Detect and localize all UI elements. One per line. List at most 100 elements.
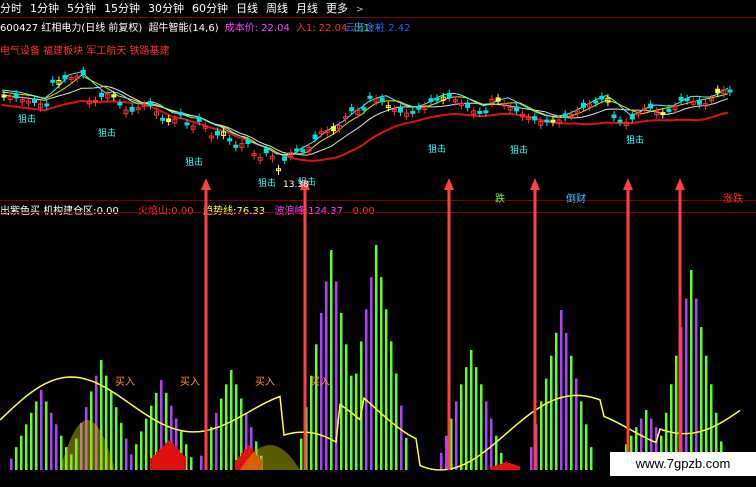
indicator-bar <box>380 277 383 470</box>
fire-bar-2 <box>505 462 508 470</box>
indicator-bar <box>325 281 328 470</box>
sniper-label-7: 狙击 <box>626 134 644 146</box>
candle-body <box>398 107 403 113</box>
indicator-bar <box>700 327 703 470</box>
fire-bar-2 <box>517 465 520 470</box>
candle-body <box>593 100 599 104</box>
indicator-bar <box>10 458 13 470</box>
fire-bar-0 <box>156 451 159 470</box>
fire-bar-0 <box>174 446 177 470</box>
indicator-bar <box>530 447 533 470</box>
candle-body <box>434 97 440 101</box>
sniper-label-0: 狙击 <box>18 113 36 125</box>
candle-body <box>196 117 202 122</box>
sniper-label-3: 狙击 <box>258 177 276 189</box>
indicator-bar <box>480 384 483 470</box>
indicator-bar <box>465 367 468 470</box>
fire-bar-2 <box>511 463 514 470</box>
indicator-bar <box>300 438 303 470</box>
indicator-bar <box>405 437 408 470</box>
fire-bar-0 <box>183 455 186 470</box>
fire-bar-1 <box>238 456 241 470</box>
candle-body <box>727 89 733 93</box>
indicator-bar <box>215 412 218 470</box>
indicator-bar <box>190 457 193 470</box>
indicator-bar <box>130 454 133 470</box>
candle-body <box>13 93 19 99</box>
candle-body <box>666 108 672 112</box>
candle-body <box>294 148 300 152</box>
signal-arrow-head-4 <box>623 178 633 190</box>
indicator-bar <box>490 418 493 470</box>
candle-body <box>99 92 105 97</box>
site-watermark: www.7gpzb.com <box>610 452 756 476</box>
candle-body <box>166 118 172 123</box>
candle-body <box>50 79 56 83</box>
indicator-bar <box>350 375 353 470</box>
indicator-bar <box>475 367 478 470</box>
indicator-bar <box>390 341 393 470</box>
indicator-bar <box>50 412 53 470</box>
candle-body <box>513 106 519 112</box>
indicator-bar <box>470 350 473 470</box>
candle-body <box>379 97 385 103</box>
indicator-bar <box>45 401 48 470</box>
indicator-bar <box>230 370 233 470</box>
candle-body <box>446 93 452 99</box>
candle-body <box>80 70 86 75</box>
fire-bar-0 <box>159 448 162 470</box>
candle-body <box>245 139 251 145</box>
indicator-bar <box>340 312 343 470</box>
sniper-label-1: 狙击 <box>98 127 116 139</box>
candle-body <box>361 107 367 111</box>
indicator-bar <box>400 405 403 470</box>
indicator-bar <box>15 447 18 470</box>
indicator-bar <box>235 384 238 470</box>
fire-bar-0 <box>153 454 156 470</box>
indicator-bar <box>125 438 128 470</box>
buy-label-2: 买入 <box>255 376 275 388</box>
indicator-bar <box>25 424 28 470</box>
indicator-bar <box>685 298 688 470</box>
indicator-bar <box>135 444 138 470</box>
marker-trap: 倒财 <box>566 194 586 205</box>
indicator-bar <box>365 309 368 470</box>
candle-body <box>562 113 568 118</box>
signal-arrow-head-0 <box>201 178 211 190</box>
sniper-label-6: 狙击 <box>510 144 528 156</box>
candle-body <box>330 126 336 132</box>
indicator-bar <box>225 384 228 470</box>
indicator-bar <box>445 435 448 470</box>
indicator-bar <box>200 455 203 470</box>
indicator-bar <box>555 332 558 470</box>
indicator-bar <box>20 435 23 470</box>
candle-body <box>1 94 7 98</box>
indicator-bar <box>140 431 143 470</box>
candle-body <box>129 107 135 112</box>
indicator-bar <box>580 401 583 470</box>
candle-body <box>178 111 184 116</box>
indicator-bar <box>395 373 398 470</box>
signal-arrow-head-5 <box>675 178 685 190</box>
date-axis-bar <box>0 479 756 487</box>
indicator-bar <box>455 401 458 470</box>
candle-body <box>660 112 666 116</box>
stock-chart-canvas[interactable]: 狙击狙击狙击狙击狙击狙击狙击狙击买入买入买入买入 <box>0 0 756 487</box>
fire-bar-2 <box>514 464 517 470</box>
fire-bar-2 <box>493 465 496 470</box>
fire-bar-0 <box>168 440 171 470</box>
candle-body <box>184 122 190 126</box>
indicator-bar <box>485 401 488 470</box>
candle-body <box>32 98 37 104</box>
candle-body <box>611 114 617 118</box>
fire-bar-2 <box>496 464 499 470</box>
marker-chase: 跌 <box>495 194 505 205</box>
indicator-bar <box>565 332 568 470</box>
candle-body <box>263 148 269 154</box>
candle-body <box>282 156 288 161</box>
indicator-bar <box>545 378 548 470</box>
fire-bar-2 <box>490 466 493 470</box>
indicator-bar <box>40 390 43 470</box>
candle-body <box>544 119 550 123</box>
sniper-label-2: 狙击 <box>185 156 203 168</box>
